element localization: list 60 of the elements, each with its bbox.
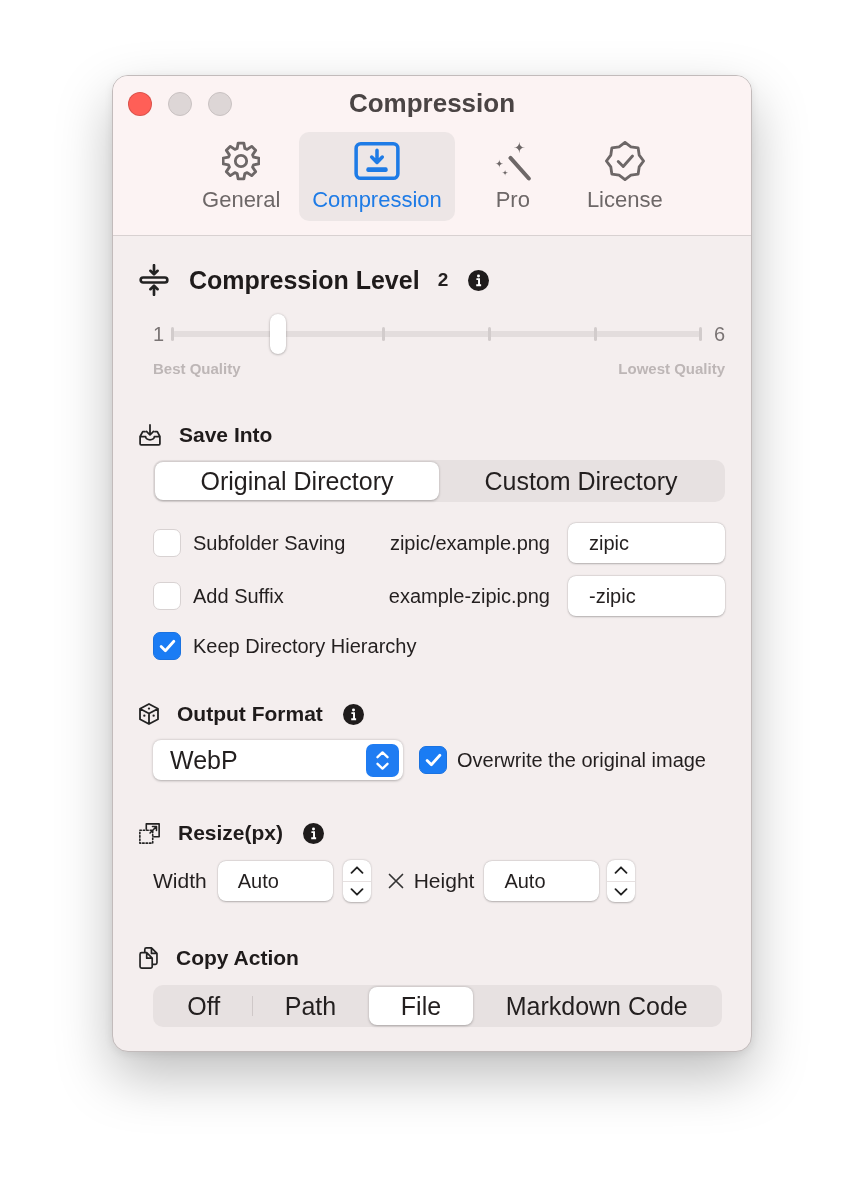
level-value: 2: [437, 269, 449, 291]
gear-icon: [222, 141, 261, 181]
magic-wand-icon: [494, 141, 531, 181]
close-button[interactable]: [128, 91, 152, 116]
checkbox[interactable]: [419, 746, 447, 774]
compress-icon: [139, 264, 169, 296]
chevron-up-icon: [614, 866, 629, 874]
toolbar-tab[interactable]: General: [187, 132, 296, 221]
field-label: Height: [413, 869, 475, 893]
chevron-down-icon: [349, 888, 364, 896]
stepper[interactable]: [342, 860, 371, 902]
segment-button[interactable]: File: [368, 987, 474, 1025]
segment-button[interactable]: Custom Directory: [439, 462, 723, 500]
checkbox[interactable]: [153, 632, 181, 660]
segment-button[interactable]: Path: [252, 987, 369, 1025]
toolbar-tab[interactable]: License: [570, 132, 679, 221]
checkbox-label: Subfolder Saving: [193, 531, 347, 555]
cross-icon: [387, 873, 404, 889]
text-field[interactable]: Auto: [484, 861, 600, 901]
text-field[interactable]: -zipic: [568, 576, 725, 616]
section-title: Save Into: [179, 423, 273, 447]
segment-button[interactable]: Original Directory: [155, 462, 439, 500]
stepper[interactable]: [607, 860, 636, 902]
checkmark-icon: [424, 753, 442, 767]
section-title: Resize(px): [178, 821, 284, 845]
slider-track[interactable]: [172, 314, 701, 354]
info-icon[interactable]: [303, 822, 325, 844]
example-filename: example-zipic.png: [388, 584, 550, 608]
section-title: Output Format: [177, 702, 323, 726]
copy-icon: [139, 947, 158, 969]
chevron-down-icon: [614, 888, 629, 896]
section-title: Copy Action: [176, 946, 299, 970]
check-badge-icon: [604, 141, 645, 181]
format-select[interactable]: WebP: [153, 740, 403, 780]
download-icon: [354, 141, 400, 181]
field-label: Width: [153, 869, 207, 893]
slider-thumb[interactable]: [269, 314, 286, 354]
text-field[interactable]: zipic: [568, 523, 725, 563]
resize-icon: [139, 822, 160, 844]
info-icon[interactable]: [342, 703, 364, 725]
window-title: Compression: [348, 88, 516, 119]
slider-min-label: 1: [153, 322, 165, 346]
segment-button[interactable]: Markdown Code: [473, 987, 721, 1025]
checkmark-icon: [158, 639, 176, 653]
segment-button[interactable]: Off: [155, 987, 253, 1025]
info-icon[interactable]: [468, 269, 490, 291]
toolbar-tab[interactable]: Pro: [458, 132, 567, 221]
cube-icon: [139, 703, 159, 725]
chevron-up-icon: [349, 866, 364, 874]
slider-caption: Best Quality: [153, 360, 241, 378]
slider-caption: Lowest Quality: [618, 360, 725, 378]
tray-download-icon: [139, 424, 161, 446]
section-title: Compression Level: [189, 265, 420, 295]
checkbox-label: Overwrite the original image: [457, 748, 706, 772]
slider-max-label: 6: [713, 322, 725, 346]
text-field[interactable]: Auto: [217, 861, 333, 901]
checkbox-label: Add Suffix: [193, 584, 285, 608]
up-down-chevron-icon: [366, 743, 399, 777]
example-filename: zipic/example.png: [389, 531, 550, 555]
checkbox-label: Keep Directory Hierarchy: [193, 634, 418, 658]
